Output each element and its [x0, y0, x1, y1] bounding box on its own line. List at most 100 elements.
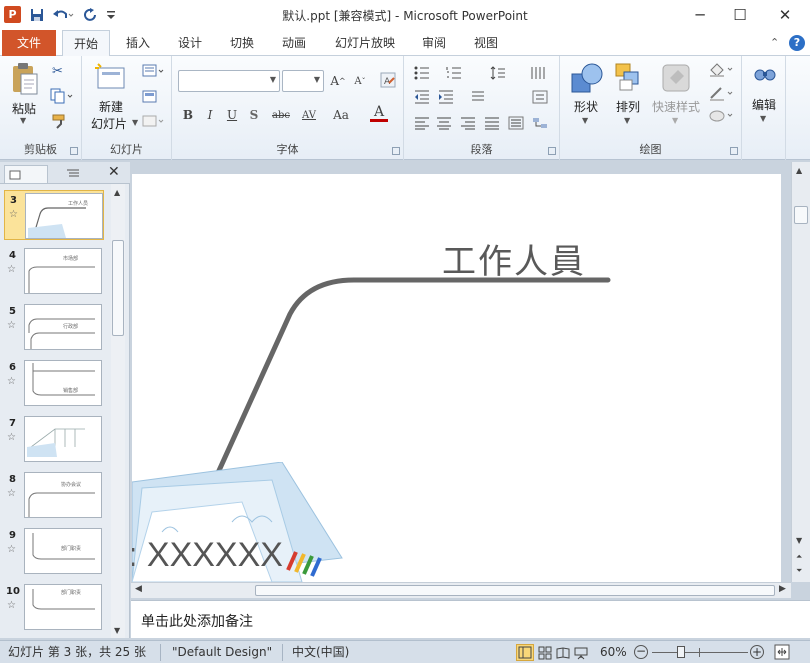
format-painter-icon[interactable] — [52, 114, 68, 130]
scroll-down-icon[interactable]: ▼ — [796, 536, 802, 545]
minimize-icon[interactable]: ─ — [680, 0, 720, 30]
slide-thumbnail[interactable]: 3 ☆ 工作人员 — [4, 190, 104, 240]
drawing-launcher-icon[interactable] — [730, 147, 738, 155]
layout-icon[interactable] — [142, 64, 166, 78]
arrange-icon[interactable] — [614, 62, 644, 94]
font-name-combo[interactable]: ▼ — [178, 70, 280, 92]
minimize-ribbon-icon[interactable]: ⌃ — [770, 36, 779, 49]
new-slide-icon[interactable] — [94, 62, 128, 92]
arrange-dropdown-icon[interactable]: ▼ — [624, 116, 630, 125]
shape-effects-icon[interactable] — [708, 108, 736, 124]
columns-icon[interactable] — [530, 66, 546, 80]
scroll-down-icon[interactable]: ▼ — [114, 626, 120, 635]
slide-thumbnail[interactable]: 9 ☆ 部门职责 — [0, 526, 112, 582]
scroll-thumb[interactable] — [794, 206, 808, 224]
line-spacing-icon[interactable] — [490, 66, 506, 80]
zoom-in-icon[interactable]: + — [750, 645, 764, 659]
scroll-right-icon[interactable]: ▶ — [779, 584, 786, 594]
shrink-font-button[interactable]: Aˇ — [350, 72, 370, 90]
close-icon[interactable]: ✕ — [765, 0, 805, 30]
editing-dropdown-icon[interactable]: ▼ — [760, 114, 766, 123]
tab-transitions[interactable]: 切换 — [222, 30, 262, 56]
scroll-up-icon[interactable]: ▲ — [114, 188, 120, 197]
font-name-dropdown-icon[interactable]: ▼ — [270, 75, 276, 84]
new-slide-dropdown-icon[interactable]: ▼ — [132, 118, 138, 127]
scroll-thumb[interactable] — [255, 585, 775, 596]
maximize-icon[interactable]: ☐ — [720, 0, 760, 30]
paste-icon[interactable] — [10, 62, 40, 96]
slide-thumbnail[interactable]: 5 ☆ 行政部 — [0, 302, 112, 358]
shadow-button[interactable]: S — [246, 106, 262, 124]
new-slide-label[interactable]: 新建 — [88, 98, 134, 115]
clear-formatting-icon[interactable]: A — [378, 70, 398, 90]
align-text-icon[interactable] — [532, 90, 548, 104]
quick-styles-icon[interactable] — [660, 62, 692, 94]
paste-dropdown-icon[interactable]: ▼ — [20, 116, 26, 125]
text-direction-icon[interactable] — [470, 90, 486, 104]
scroll-up-icon[interactable]: ▲ — [796, 166, 802, 175]
tab-slideshow[interactable]: 幻灯片放映 — [328, 30, 402, 56]
zoom-level[interactable]: 60% — [600, 644, 627, 661]
char-spacing-button[interactable]: AV — [298, 106, 320, 124]
paste-button[interactable]: 粘贴 — [4, 100, 44, 117]
previous-slide-icon[interactable]: ⏶ — [796, 552, 802, 562]
align-center-icon[interactable] — [436, 116, 452, 130]
normal-view-icon[interactable] — [516, 644, 534, 661]
slides-tab-icon[interactable] — [4, 165, 48, 183]
bullets-icon[interactable] — [414, 66, 430, 80]
fit-to-window-icon[interactable] — [774, 644, 790, 660]
tab-file[interactable]: 文件 — [2, 30, 56, 56]
section-icon[interactable] — [142, 114, 166, 128]
language-status[interactable]: 中文(中国) — [292, 644, 349, 661]
slide-sorter-icon[interactable] — [538, 646, 552, 660]
close-pane-icon[interactable]: ✕ — [108, 164, 120, 180]
distributed-icon[interactable] — [508, 116, 524, 130]
font-color-button[interactable]: A — [370, 104, 388, 122]
cut-icon[interactable]: ✂ — [52, 64, 63, 79]
shape-outline-icon[interactable] — [708, 86, 736, 102]
increase-indent-icon[interactable] — [438, 90, 454, 104]
font-size-dropdown-icon[interactable]: ▼ — [314, 75, 320, 84]
zoom-slider[interactable] — [652, 646, 748, 658]
change-case-button[interactable]: Aa — [330, 106, 352, 124]
tab-home[interactable]: 开始 — [62, 30, 110, 57]
shapes-button[interactable]: 形状 — [566, 98, 606, 115]
zoom-out-icon[interactable]: − — [634, 645, 648, 659]
theme-status[interactable]: "Default Design" — [172, 644, 272, 661]
slide-thumbnail[interactable]: 7 ☆ — [0, 414, 112, 470]
outline-tab-icon[interactable] — [52, 165, 96, 183]
align-right-icon[interactable] — [460, 116, 476, 130]
new-slide-button[interactable]: 幻灯片 — [86, 115, 132, 132]
editing-button[interactable]: 编辑 — [744, 96, 784, 113]
numbering-icon[interactable] — [446, 66, 462, 80]
thumbnail-scrollbar[interactable]: ▲ ▼ — [111, 184, 125, 638]
slide-thumbnail[interactable]: 6 ☆ 销售部 — [0, 358, 112, 414]
quick-styles-dropdown-icon[interactable]: ▼ — [672, 116, 678, 125]
reading-view-icon[interactable] — [556, 646, 570, 660]
scroll-left-icon[interactable]: ◀ — [135, 584, 142, 594]
slide-heading[interactable]: 工作人員 — [442, 234, 586, 283]
slide-thumbnail[interactable]: 8 ☆ 协办会议 — [0, 470, 112, 526]
shape-fill-icon[interactable] — [708, 62, 736, 78]
align-left-icon[interactable] — [414, 116, 430, 130]
justify-icon[interactable] — [484, 116, 500, 130]
shapes-icon[interactable] — [570, 62, 604, 94]
underline-button[interactable]: U — [224, 106, 240, 124]
slide-vertical-scrollbar[interactable]: ▲ ▼ ⏶ ⏷ — [791, 162, 810, 582]
scroll-thumb[interactable] — [112, 240, 124, 336]
slide-canvas[interactable]: 工作人員 : XXXXXX — [132, 174, 781, 582]
reset-slide-icon[interactable] — [142, 90, 158, 104]
slide-thumbnail[interactable]: 10 ☆ 部门职责 — [0, 582, 112, 638]
tab-design[interactable]: 设计 — [170, 30, 210, 56]
slide-thumbnail[interactable]: 4 ☆ 市场部 — [0, 246, 112, 302]
copy-icon[interactable] — [50, 88, 74, 104]
clipboard-launcher-icon[interactable] — [70, 147, 78, 155]
help-icon[interactable]: ? — [789, 35, 805, 51]
smartart-icon[interactable] — [532, 116, 548, 130]
arrange-button[interactable]: 排列 — [610, 98, 646, 115]
tab-animations[interactable]: 动画 — [274, 30, 314, 56]
tab-review[interactable]: 审阅 — [414, 30, 454, 56]
font-size-combo[interactable]: ▼ — [282, 70, 324, 92]
find-icon[interactable] — [754, 66, 776, 86]
next-slide-icon[interactable]: ⏷ — [796, 566, 802, 576]
